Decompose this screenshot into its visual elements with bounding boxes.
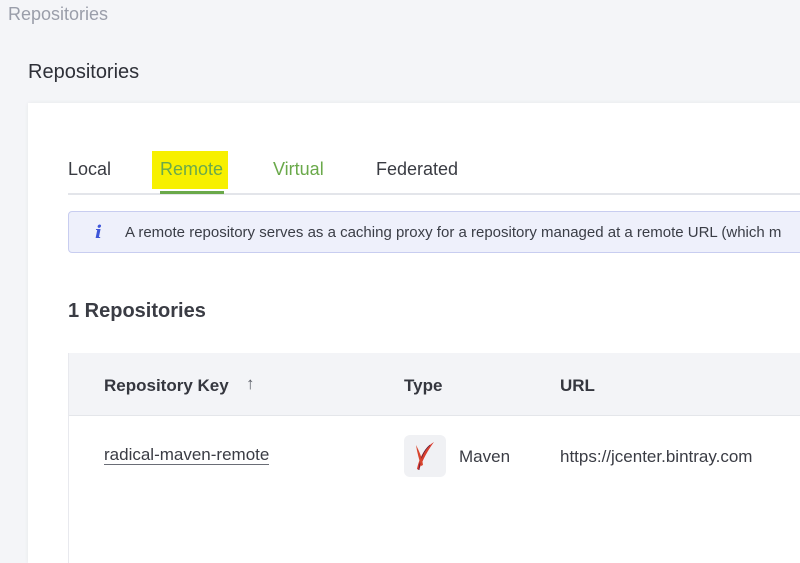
apache-maven-feather-icon	[404, 435, 446, 477]
info-icon: i	[95, 222, 102, 243]
column-header-url[interactable]: URL	[560, 376, 595, 396]
tab-local[interactable]: Local	[68, 159, 111, 193]
repository-url: https://jcenter.bintray.com	[560, 447, 753, 466]
info-text: A remote repository serves as a caching …	[125, 224, 782, 241]
repository-type-tabs: Local Remote Virtual Federated	[68, 151, 800, 195]
table-header: Repository Key ↑ Type URL	[69, 353, 800, 416]
tab-remote-label: Remote	[160, 159, 224, 179]
repository-type: Maven	[459, 447, 511, 466]
table-row[interactable]: radical-maven-remote Maven https://jcent…	[69, 416, 800, 496]
tab-virtual[interactable]: Virtual	[273, 159, 324, 193]
repository-key-link[interactable]: radical-maven-remote	[104, 446, 270, 465]
breadcrumb: Repositories	[8, 4, 109, 24]
tab-federated[interactable]: Federated	[376, 159, 458, 193]
active-tab-underline	[160, 191, 224, 194]
tab-remote[interactable]: Remote	[152, 151, 228, 194]
info-banner: i A remote repository serves as a cachin…	[68, 211, 800, 253]
repositories-table: Repository Key ↑ Type URL radical-maven-…	[68, 353, 800, 563]
column-header-repository-key[interactable]: Repository Key	[104, 376, 229, 396]
page-title: Repositories	[28, 61, 140, 83]
column-header-type[interactable]: Type	[404, 376, 442, 396]
arrow-up-icon[interactable]: ↑	[246, 374, 255, 394]
repository-count: 1 Repositories	[68, 300, 206, 322]
repositories-card: Local Remote Virtual Federated i A remot…	[28, 103, 800, 563]
